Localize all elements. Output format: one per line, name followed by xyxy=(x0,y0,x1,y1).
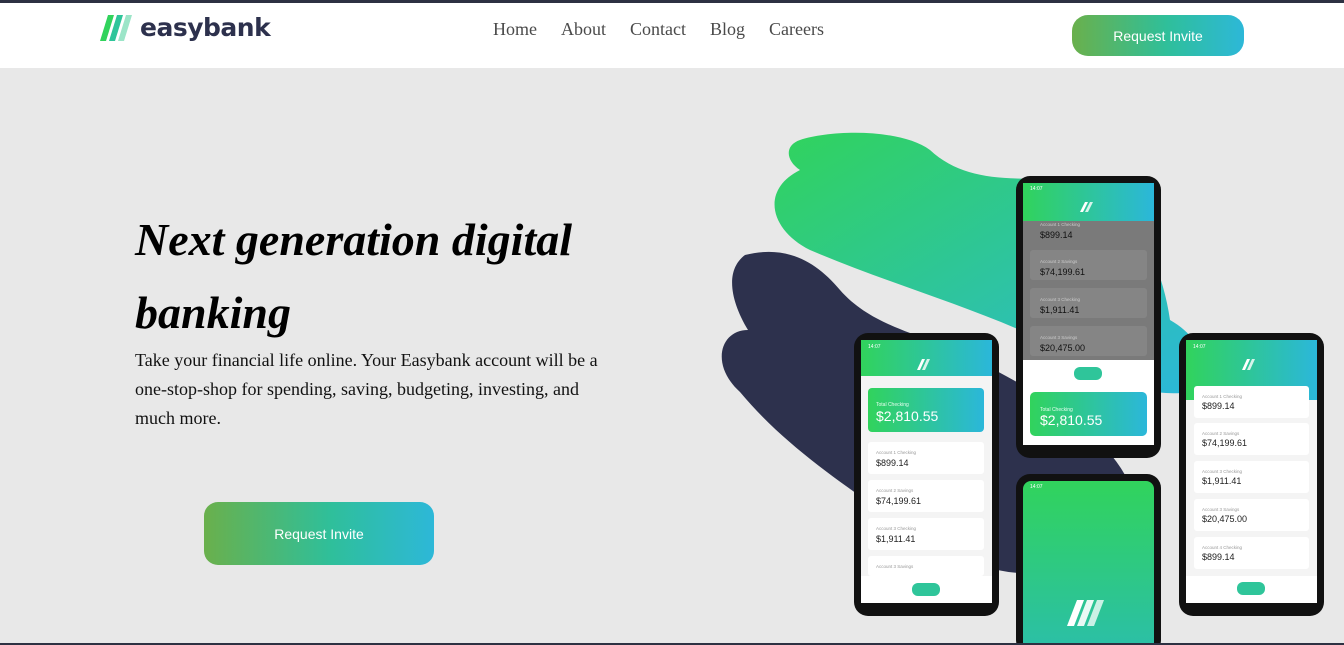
svg-text:Account 2 Savings: Account 2 Savings xyxy=(876,488,914,493)
phone2-time: 14:07 xyxy=(1030,186,1043,192)
svg-text:$74,199.61: $74,199.61 xyxy=(1040,267,1085,277)
phone-splash: 14:07 xyxy=(1016,474,1161,645)
phone3-time: 14:07 xyxy=(1030,484,1043,490)
svg-text:Account 3 Checking: Account 3 Checking xyxy=(1040,297,1081,302)
nav-about[interactable]: About xyxy=(561,18,606,40)
hero-title: Next generation digital banking xyxy=(135,214,572,338)
svg-text:$899.14: $899.14 xyxy=(1202,401,1235,411)
svg-text:$1,911.41: $1,911.41 xyxy=(876,534,915,544)
hero-description: Take your financial life online. Your Ea… xyxy=(135,350,598,428)
svg-text:$1,911.41: $1,911.41 xyxy=(1040,305,1079,315)
svg-text:Account 2 Savings: Account 2 Savings xyxy=(1202,431,1240,436)
svg-text:Account 1 Checking: Account 1 Checking xyxy=(1202,394,1243,399)
phone-accounts-right: 14:07 Account 1 Checking $899.14 Account… xyxy=(1179,333,1324,616)
svg-text:$20,475.00: $20,475.00 xyxy=(1202,514,1247,524)
svg-text:Account 1 Checking: Account 1 Checking xyxy=(1040,222,1081,227)
svg-text:$899.14: $899.14 xyxy=(1202,552,1235,562)
nav-contact[interactable]: Contact xyxy=(630,18,686,40)
svg-text:$1,911.41: $1,911.41 xyxy=(1202,476,1241,486)
phone-dashboard-center: 14:07 Account 1 Checking $899.14 Account… xyxy=(1016,176,1161,458)
svg-text:Account 3 Savings: Account 3 Savings xyxy=(876,564,914,569)
phone-dashboard-left: 14:07 Total Checking $2,810.55 Account 1… xyxy=(854,333,999,616)
svg-text:Account 1 Checking: Account 1 Checking xyxy=(876,450,917,455)
header-request-invite-button[interactable]: Request Invite xyxy=(1072,15,1244,56)
svg-text:Account 3 Checking: Account 3 Checking xyxy=(1202,469,1243,474)
svg-text:Account 2 Savings: Account 2 Savings xyxy=(1040,259,1078,264)
hero-request-invite-button[interactable]: Request Invite xyxy=(204,502,434,565)
logo-stripes-icon xyxy=(100,15,132,41)
svg-text:Account 4 Checking: Account 4 Checking xyxy=(1202,545,1243,550)
svg-text:$899.14: $899.14 xyxy=(876,458,909,468)
svg-text:Account 3 Savings: Account 3 Savings xyxy=(1040,335,1078,340)
svg-text:Account 3 Checking: Account 3 Checking xyxy=(876,526,917,531)
brand-logo[interactable]: easybank xyxy=(100,13,271,42)
svg-text:$899.14: $899.14 xyxy=(1040,230,1073,240)
brand-name: easybank xyxy=(140,13,271,42)
nav-careers[interactable]: Careers xyxy=(769,18,824,40)
svg-text:$20,475.00: $20,475.00 xyxy=(1040,343,1085,353)
svg-text:Account 3 Savings: Account 3 Savings xyxy=(1202,507,1240,512)
main-nav: Home About Contact Blog Careers xyxy=(493,18,848,40)
phone1-total-value: $2,810.55 xyxy=(876,408,938,424)
phone2-total-value: $2,810.55 xyxy=(1040,412,1102,428)
nav-home[interactable]: Home xyxy=(493,18,537,40)
site-header: easybank Home About Contact Blog Careers… xyxy=(0,3,1344,68)
svg-text:$74,199.61: $74,199.61 xyxy=(1202,438,1247,448)
hero-illustration: 14:07 Total Checking $2,810.55 Account 1… xyxy=(721,132,1324,645)
svg-text:$74,199.61: $74,199.61 xyxy=(876,496,921,506)
phone4-time: 14:07 xyxy=(1193,344,1206,350)
nav-blog[interactable]: Blog xyxy=(710,18,745,40)
phone1-time: 14:07 xyxy=(868,344,881,350)
